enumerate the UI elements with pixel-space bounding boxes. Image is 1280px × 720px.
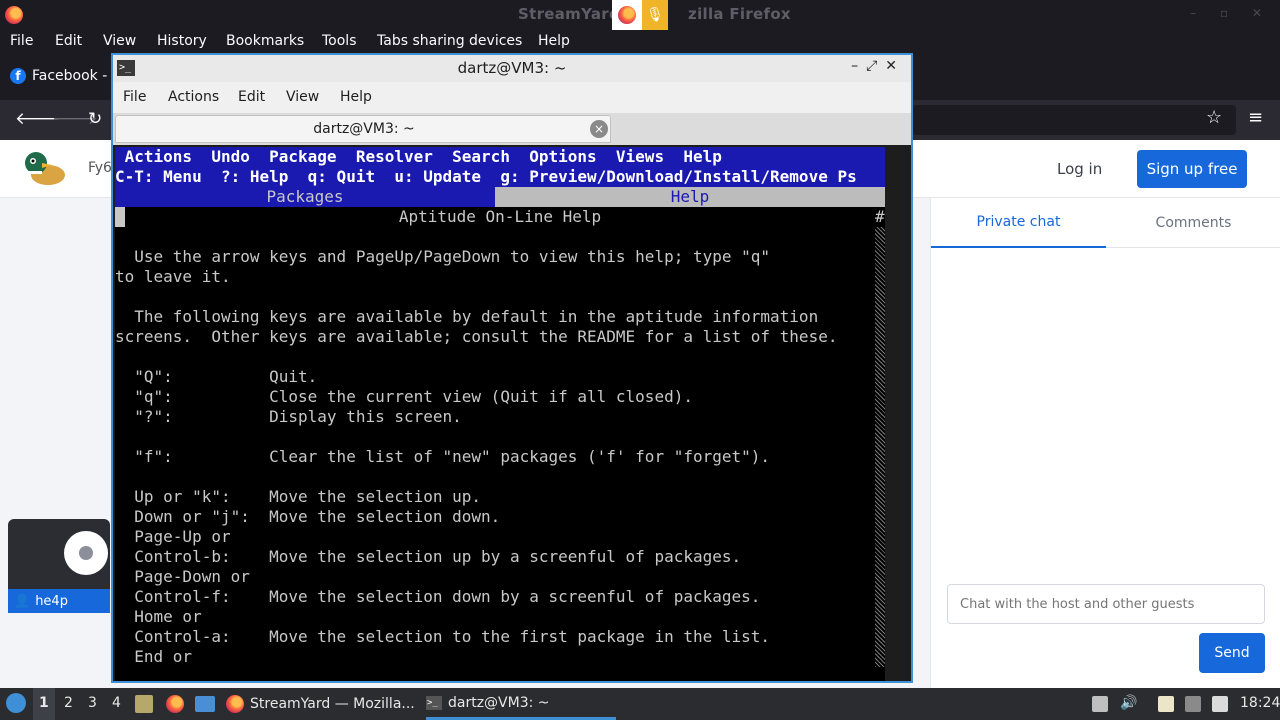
scrollbar[interactable] bbox=[875, 227, 885, 667]
terminal-window: >_ dartz@VM3: ~ –⤢✕ File Actions Edit Vi… bbox=[111, 53, 913, 683]
workspace-1[interactable]: 1 bbox=[39, 695, 49, 711]
url-bar[interactable] bbox=[912, 105, 1236, 135]
firefox-launcher-icon[interactable] bbox=[166, 695, 184, 713]
star-icon[interactable]: ☆ bbox=[1206, 107, 1222, 128]
terminal-titlebar[interactable]: >_ dartz@VM3: ~ –⤢✕ bbox=[113, 55, 911, 82]
help-line: Up or "k": Move the selection up. bbox=[115, 487, 482, 506]
menu-tools[interactable]: Tools bbox=[322, 33, 357, 49]
chat-input[interactable] bbox=[947, 584, 1265, 624]
terminal-title: dartz@VM3: ~ bbox=[457, 59, 567, 77]
view-tab-packages[interactable]: Packages bbox=[115, 187, 495, 207]
help-line: "q": Close the current view (Quit if all… bbox=[115, 387, 693, 406]
guest-card: 👤 he4p bbox=[8, 519, 110, 613]
network-icon[interactable] bbox=[1185, 696, 1201, 712]
workspace-2[interactable]: 2 bbox=[64, 695, 73, 711]
term-menu-view[interactable]: View bbox=[286, 89, 319, 105]
term-menu-help[interactable]: Help bbox=[340, 89, 372, 105]
help-line: "?": Display this screen. bbox=[115, 407, 462, 426]
tab-private-chat[interactable]: Private chat bbox=[931, 198, 1106, 248]
help-line: Control-b: Move the selection up by a sc… bbox=[115, 547, 742, 566]
terminal-tab-label: dartz@VM3: ~ bbox=[313, 121, 415, 137]
terminal-screen[interactable]: Actions Undo Package Resolver Search Opt… bbox=[115, 147, 885, 681]
terminal-icon: >_ bbox=[426, 695, 442, 710]
terminal-tab[interactable]: dartz@VM3: ~ × bbox=[115, 115, 611, 143]
terminal-margin bbox=[885, 147, 909, 681]
file-manager-icon[interactable] bbox=[135, 695, 153, 713]
person-icon: 👤 bbox=[14, 593, 31, 609]
firefox-menubar: File Edit View History Bookmarks Tools T… bbox=[0, 30, 1280, 54]
tray-up-icon[interactable] bbox=[1092, 696, 1108, 712]
menu-bookmarks[interactable]: Bookmarks bbox=[226, 33, 304, 49]
microphone-icon[interactable]: 🎙 bbox=[642, 0, 668, 30]
tab-comments[interactable]: Comments bbox=[1106, 198, 1280, 248]
help-line: Page-Down or bbox=[115, 567, 250, 586]
help-line: to leave it. bbox=[115, 267, 231, 286]
task-terminal[interactable]: >_ dartz@VM3: ~ bbox=[426, 688, 616, 720]
signup-button[interactable]: Sign up free bbox=[1137, 150, 1247, 188]
help-line: Control-f: Move the selection down by a … bbox=[115, 587, 761, 606]
brand-text: Fy6 bbox=[88, 160, 112, 176]
desktop-icon[interactable] bbox=[195, 696, 215, 712]
taskbar: 1 2 3 4 StreamYard — Mozilla... >_ dartz… bbox=[0, 688, 1280, 720]
help-line: Down or "j": Move the selection down. bbox=[115, 507, 501, 526]
send-button[interactable]: Send bbox=[1199, 633, 1265, 673]
terminal-tabbar: dartz@VM3: ~ × bbox=[113, 113, 911, 145]
help-line: "Q": Quit. bbox=[115, 367, 318, 386]
menu-tabs-sharing[interactable]: Tabs sharing devices bbox=[377, 33, 522, 49]
terminal-menubar: File Actions Edit View Help bbox=[113, 82, 911, 113]
help-line: Home or bbox=[115, 607, 202, 626]
scroll-indicator: # bbox=[875, 207, 885, 226]
window-controls[interactable]: – ▫ ✕ bbox=[1190, 6, 1272, 20]
menu-edit[interactable]: Edit bbox=[55, 33, 82, 49]
clock: 18:24 bbox=[1240, 695, 1280, 711]
task-firefox[interactable]: StreamYard — Mozilla... bbox=[226, 688, 415, 720]
avatar bbox=[64, 531, 108, 575]
login-link[interactable]: Log in bbox=[1057, 160, 1102, 178]
tab-facebook-label: Facebook - I bbox=[32, 68, 116, 84]
firefox-logo-icon bbox=[5, 6, 23, 24]
guest-name-badge: 👤 he4p bbox=[8, 589, 110, 613]
start-menu-icon[interactable] bbox=[6, 693, 26, 713]
help-line: The following keys are available by defa… bbox=[115, 307, 819, 326]
tab-facebook[interactable]: f Facebook - I bbox=[10, 68, 116, 84]
help-line: Use the arrow keys and PageUp/PageDown t… bbox=[115, 247, 771, 266]
aptitude-view-tabs: Packages Help bbox=[115, 187, 885, 207]
help-line: Page-Up or bbox=[115, 527, 231, 546]
menu-file[interactable]: File bbox=[10, 33, 33, 49]
volume-icon[interactable]: 🔊 bbox=[1120, 695, 1137, 711]
notes-icon[interactable] bbox=[1212, 696, 1228, 712]
task-firefox-label: StreamYard — Mozilla... bbox=[250, 696, 415, 712]
help-line: "f": Clear the list of "new" packages ('… bbox=[115, 447, 771, 466]
hamburger-menu-icon[interactable]: ≡ bbox=[1248, 107, 1263, 128]
menu-history[interactable]: History bbox=[157, 33, 207, 49]
menu-view[interactable]: View bbox=[103, 33, 136, 49]
sharing-indicator[interactable]: 🎙 bbox=[612, 0, 668, 30]
help-line: Control-a: Move the selection to the fir… bbox=[115, 627, 771, 646]
term-menu-file[interactable]: File bbox=[123, 89, 146, 105]
view-tab-help[interactable]: Help bbox=[495, 187, 885, 207]
help-title: Aptitude On-Line Help bbox=[398, 207, 602, 226]
reload-icon[interactable]: ↻ bbox=[88, 109, 102, 129]
chat-panel: Private chat Comments Send bbox=[930, 198, 1280, 688]
screen-share-icon[interactable] bbox=[612, 0, 642, 30]
clipboard-icon[interactable] bbox=[1158, 696, 1174, 712]
help-line: screens. Other keys are available; consu… bbox=[115, 327, 838, 346]
close-tab-icon[interactable]: × bbox=[590, 120, 608, 138]
guest-name: he4p bbox=[35, 593, 68, 609]
user-icon bbox=[79, 546, 93, 560]
duck-logo-icon bbox=[25, 152, 65, 185]
task-terminal-label: dartz@VM3: ~ bbox=[448, 694, 550, 711]
workspace-4[interactable]: 4 bbox=[112, 695, 121, 711]
term-menu-edit[interactable]: Edit bbox=[238, 89, 265, 105]
facebook-icon: f bbox=[10, 68, 26, 84]
aptitude-keybar: C-T: Menu ?: Help q: Quit u: Update g: P… bbox=[115, 167, 885, 187]
term-menu-actions[interactable]: Actions bbox=[168, 89, 219, 105]
menu-help[interactable]: Help bbox=[538, 33, 570, 49]
aptitude-menubar[interactable]: Actions Undo Package Resolver Search Opt… bbox=[115, 147, 885, 167]
help-line: End or bbox=[115, 647, 193, 666]
workspace-3[interactable]: 3 bbox=[88, 695, 97, 711]
terminal-window-controls[interactable]: –⤢✕ bbox=[851, 58, 905, 74]
firefox-titlebar: StreamYard zilla Firefox 🎙 – ▫ ✕ bbox=[0, 0, 1280, 30]
firefox-icon bbox=[226, 695, 244, 713]
